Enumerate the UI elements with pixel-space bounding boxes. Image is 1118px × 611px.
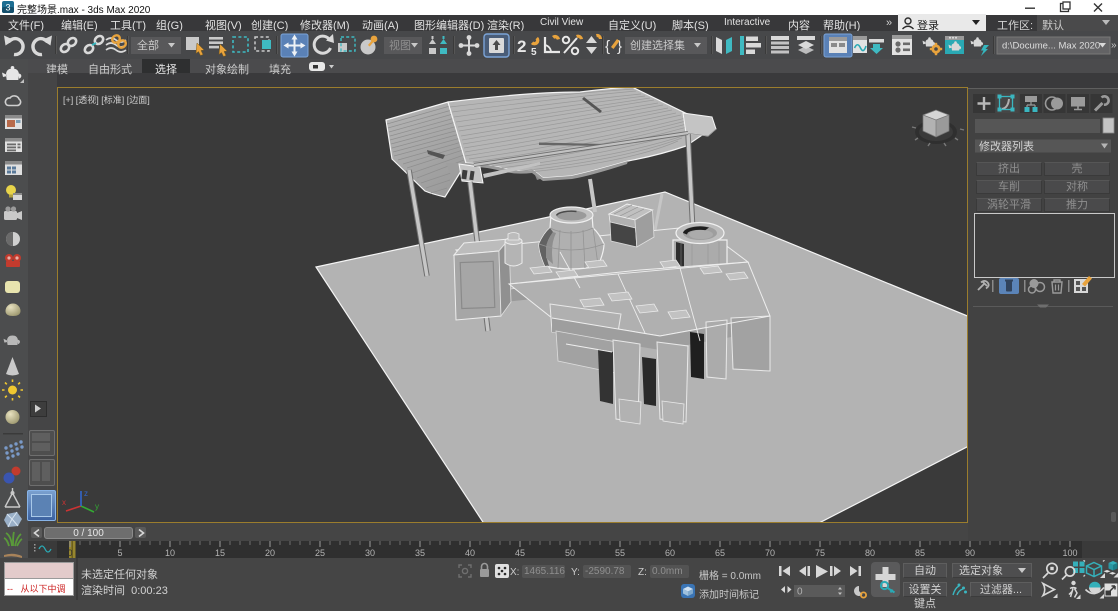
svg-text:0: 0 <box>67 548 72 558</box>
svg-text:修改器列表: 修改器列表 <box>979 139 1034 153</box>
svg-text:85: 85 <box>915 548 925 558</box>
svg-text:10: 10 <box>165 548 175 558</box>
svg-text:5: 5 <box>531 47 537 58</box>
svg-text:»: » <box>1111 40 1117 51</box>
svg-text:50: 50 <box>565 548 575 558</box>
svg-text:15: 15 <box>215 548 225 558</box>
svg-text:80: 80 <box>865 548 875 558</box>
svg-text:30: 30 <box>365 548 375 558</box>
svg-text:创建选择集: 创建选择集 <box>630 38 685 52</box>
svg-text:75: 75 <box>815 548 825 558</box>
svg-text:{: { <box>605 38 610 55</box>
svg-text:z: z <box>84 489 88 498</box>
svg-text:y: y <box>95 502 99 511</box>
svg-text:20: 20 <box>265 548 275 558</box>
svg-text:100: 100 <box>1062 548 1077 558</box>
svg-text:35: 35 <box>415 548 425 558</box>
svg-text:0: 0 <box>797 587 803 598</box>
svg-text:视图: 视图 <box>389 38 411 52</box>
svg-text:全部: 全部 <box>137 38 159 52</box>
svg-text:x: x <box>62 498 66 507</box>
svg-text:d:\Docume... Max 2020: d:\Docume... Max 2020 <box>1002 41 1100 52</box>
svg-text:55: 55 <box>615 548 625 558</box>
svg-text:45: 45 <box>515 548 525 558</box>
svg-text:90: 90 <box>965 548 975 558</box>
svg-text:70: 70 <box>765 548 775 558</box>
svg-text:65: 65 <box>715 548 725 558</box>
svg-text:2: 2 <box>517 37 526 56</box>
svg-text:5: 5 <box>117 548 122 558</box>
svg-text:60: 60 <box>665 548 675 558</box>
svg-text:3: 3 <box>5 3 10 13</box>
svg-text:40: 40 <box>465 548 475 558</box>
svg-text:25: 25 <box>315 548 325 558</box>
svg-text:95: 95 <box>1015 548 1025 558</box>
